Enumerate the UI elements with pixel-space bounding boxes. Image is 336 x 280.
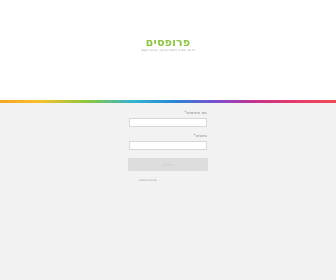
username-input[interactable] <box>129 118 207 127</box>
password-input[interactable] <box>129 141 207 150</box>
password-label: סיסמא* <box>193 133 207 138</box>
header: פרופסים כל מה שצריך לשלוח הודעה, ישירות … <box>0 0 336 101</box>
username-label: שם משתמש* <box>184 110 208 115</box>
login-button[interactable]: התחבר <box>128 158 208 171</box>
forgot-password-link[interactable]: שכחתי סיסמא <box>128 178 168 182</box>
rainbow-divider <box>0 100 336 103</box>
tagline: כל מה שצריך לשלוח הודעה, ישירות לעסק <box>140 48 196 52</box>
